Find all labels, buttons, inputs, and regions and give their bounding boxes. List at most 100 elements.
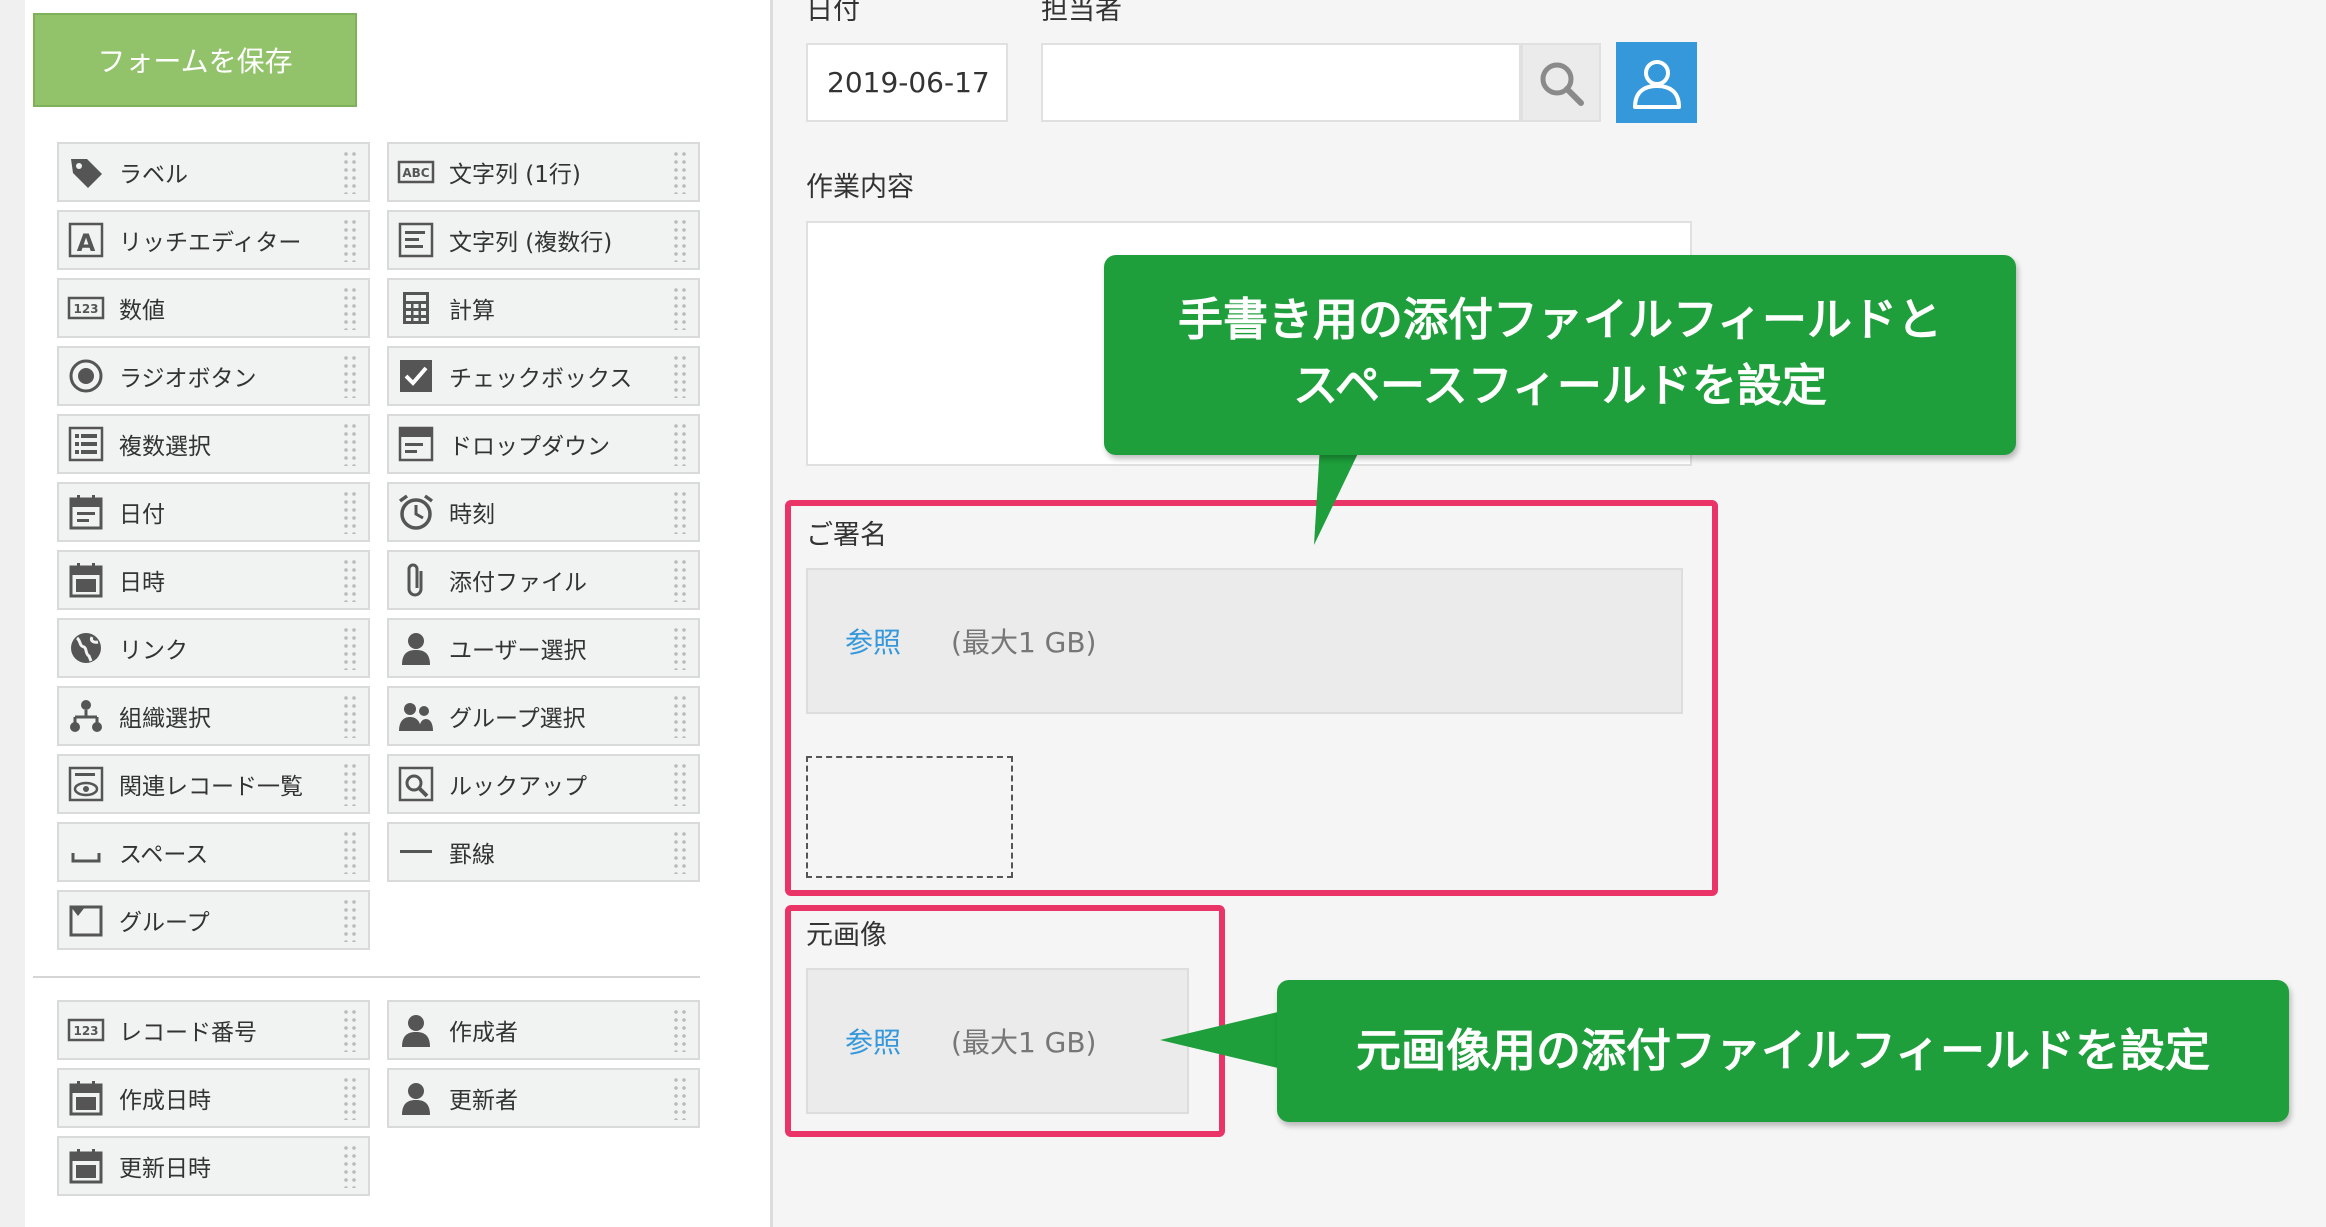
palette-item-22[interactable]: グループ — [57, 890, 370, 950]
drag-handle-icon[interactable] — [672, 558, 690, 602]
top-callout-line2: スペースフィールドを設定 — [1293, 359, 1827, 412]
save-form-button[interactable]: フォームを保存 — [33, 13, 357, 107]
palette-item-label: 作成日時 — [119, 1088, 211, 1114]
palette-item-17[interactable]: グループ選択 — [387, 686, 700, 746]
palette-item-label: チェックボックス — [449, 366, 633, 392]
multiline-text-icon — [397, 221, 435, 259]
dropdown-icon — [397, 425, 435, 463]
palette-item-12[interactable]: 日時 — [57, 550, 370, 610]
user-icon — [1632, 59, 1681, 109]
top-callout: 手書き用の添付ファイルフィールドと スペースフィールドを設定 — [1104, 255, 2016, 455]
system-palette-item-4[interactable]: 更新日時 — [57, 1136, 370, 1196]
palette-item-13[interactable]: 添付ファイル — [387, 550, 700, 610]
system-palette-item-2[interactable]: 作成日時 — [57, 1068, 370, 1128]
assignee-search-button[interactable] — [1521, 43, 1601, 122]
date-input[interactable]: 2019-06-17 — [806, 43, 1008, 122]
drag-handle-icon[interactable] — [342, 286, 360, 330]
system-palette-item-0[interactable]: 123 レコード番号 — [57, 1000, 370, 1060]
palette-item-9[interactable]: ドロップダウン — [387, 414, 700, 474]
drag-handle-icon[interactable] — [342, 1076, 360, 1120]
palette-item-6[interactable]: ラジオボタン — [57, 346, 370, 406]
drag-handle-icon[interactable] — [672, 1008, 690, 1052]
drag-handle-icon[interactable] — [342, 694, 360, 738]
calculator-icon — [397, 289, 435, 327]
drag-handle-icon[interactable] — [672, 762, 690, 806]
drag-handle-icon[interactable] — [342, 150, 360, 194]
bottom-callout-tail — [1160, 1012, 1278, 1068]
palette-item-label: リッチエディター — [119, 230, 302, 256]
palette-item-label: リンク — [119, 638, 188, 664]
palette-item-2[interactable]: A リッチエディター — [57, 210, 370, 270]
palette-item-19[interactable]: ルックアップ — [387, 754, 700, 814]
palette-item-15[interactable]: ユーザー選択 — [387, 618, 700, 678]
palette-item-label: グループ — [119, 910, 210, 936]
palette-item-label: 更新者 — [449, 1088, 518, 1114]
drag-handle-icon[interactable] — [672, 490, 690, 534]
drag-handle-icon[interactable] — [672, 1076, 690, 1120]
palette-item-label: 罫線 — [449, 842, 495, 868]
drag-handle-icon[interactable] — [672, 422, 690, 466]
user-icon — [397, 629, 435, 667]
drag-handle-icon[interactable] — [342, 626, 360, 670]
user-icon — [397, 1011, 435, 1049]
palette-item-1[interactable]: ABC 文字列 (1行) — [387, 142, 700, 202]
palette-divider — [33, 976, 700, 978]
palette-item-label: 数値 — [119, 298, 165, 324]
org-icon — [67, 697, 105, 735]
search-icon — [1540, 62, 1584, 106]
drag-handle-icon[interactable] — [342, 898, 360, 942]
palette-item-14[interactable]: リンク — [57, 618, 370, 678]
drag-handle-icon[interactable] — [672, 694, 690, 738]
drag-handle-icon[interactable] — [342, 762, 360, 806]
drag-handle-icon[interactable] — [342, 490, 360, 534]
datetime-icon — [67, 561, 105, 599]
palette-item-4[interactable]: 123 数値 — [57, 278, 370, 338]
palette-item-label: グループ選択 — [449, 706, 586, 732]
svg-text:123: 123 — [73, 1024, 98, 1038]
palette-item-21[interactable]: 罫線 — [387, 822, 700, 882]
palette-item-10[interactable]: 日付 — [57, 482, 370, 542]
palette-item-11[interactable]: 時刻 — [387, 482, 700, 542]
abc-icon: ABC — [397, 153, 435, 191]
drag-handle-icon[interactable] — [672, 354, 690, 398]
palette-item-3[interactable]: 文字列 (複数行) — [387, 210, 700, 270]
work-field-label: 作業内容 — [806, 172, 914, 203]
drag-handle-icon[interactable] — [672, 218, 690, 262]
drag-handle-icon[interactable] — [342, 1008, 360, 1052]
assignee-user-button[interactable] — [1616, 42, 1697, 123]
drag-handle-icon[interactable] — [342, 830, 360, 874]
system-palette-item-3[interactable]: 更新者 — [387, 1068, 700, 1128]
palette-item-0[interactable]: ラベル — [57, 142, 370, 202]
svg-text:A: A — [77, 229, 96, 257]
palette-item-20[interactable]: スペース — [57, 822, 370, 882]
palette-item-label: ラジオボタン — [119, 366, 257, 392]
palette-item-label: 日時 — [119, 570, 165, 596]
drag-handle-icon[interactable] — [342, 1144, 360, 1188]
drag-handle-icon[interactable] — [342, 354, 360, 398]
drag-handle-icon[interactable] — [672, 150, 690, 194]
assignee-input[interactable] — [1041, 43, 1521, 122]
drag-handle-icon[interactable] — [672, 626, 690, 670]
palette-item-label: 日付 — [119, 502, 165, 528]
drag-handle-icon[interactable] — [342, 422, 360, 466]
user-icon — [397, 1079, 435, 1117]
drag-handle-icon[interactable] — [342, 218, 360, 262]
palette-item-label: 時刻 — [449, 502, 495, 528]
palette-item-label: 作成者 — [449, 1020, 518, 1046]
related-records-icon — [67, 765, 105, 803]
checkbox-icon — [397, 357, 435, 395]
palette-item-18[interactable]: 関連レコード一覧 — [57, 754, 370, 814]
palette-item-8[interactable]: 複数選択 — [57, 414, 370, 474]
palette-item-7[interactable]: チェックボックス — [387, 346, 700, 406]
drag-handle-icon[interactable] — [672, 286, 690, 330]
palette-item-5[interactable]: 計算 — [387, 278, 700, 338]
palette-item-label: 計算 — [449, 298, 495, 324]
palette-item-16[interactable]: 組織選択 — [57, 686, 370, 746]
clock-icon — [397, 493, 435, 531]
drag-handle-icon[interactable] — [342, 558, 360, 602]
drag-handle-icon[interactable] — [672, 830, 690, 874]
lookup-icon — [397, 765, 435, 803]
system-palette-item-1[interactable]: 作成者 — [387, 1000, 700, 1060]
date-icon — [67, 493, 105, 531]
original-image-highlight-box — [785, 905, 1225, 1137]
